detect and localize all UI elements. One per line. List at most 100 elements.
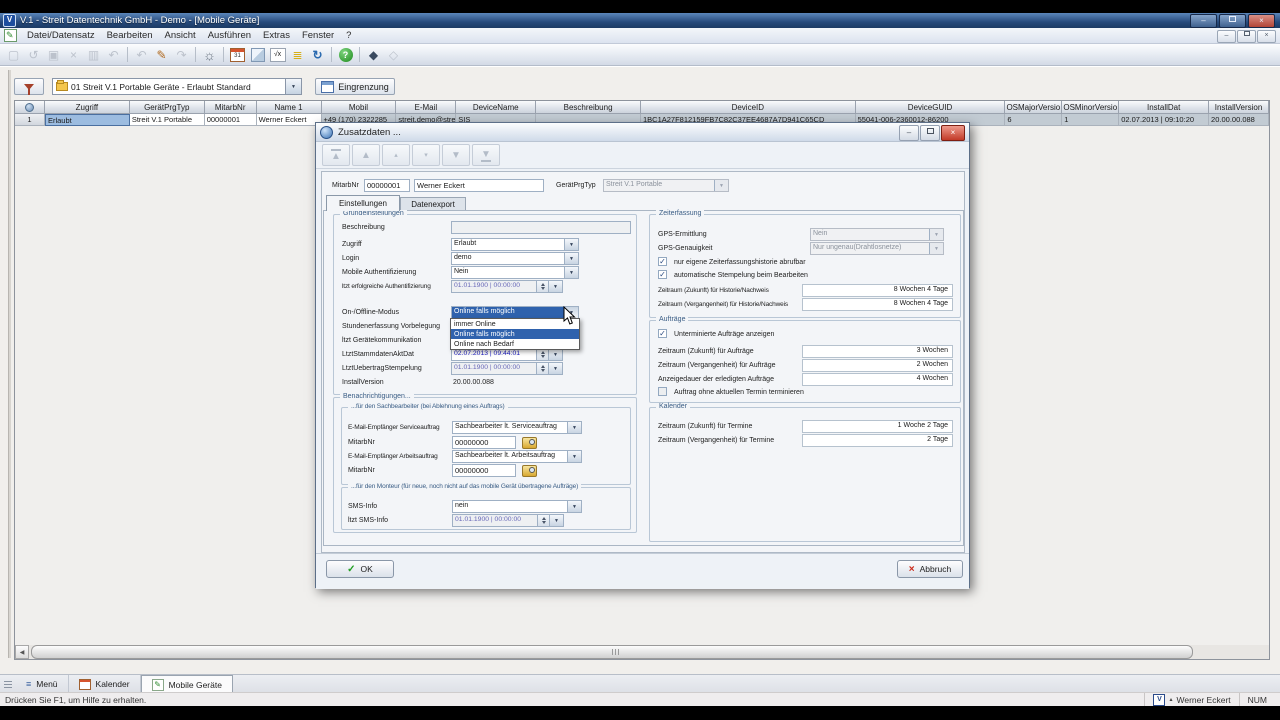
tab-kalender[interactable]: Kalender bbox=[69, 675, 141, 693]
cell-installversion[interactable]: 20.00.00.088 bbox=[1209, 114, 1269, 126]
new-record-icon[interactable]: ▢ bbox=[4, 46, 23, 64]
zeitraum-verg-historie-value[interactable]: 8 Wochen 4 Tage bbox=[802, 298, 953, 311]
beschreibung-field[interactable] bbox=[451, 221, 631, 234]
col-mobil[interactable]: Mobil bbox=[321, 101, 397, 114]
ok-button[interactable]: ✓ OK bbox=[326, 560, 394, 578]
tab-einstellungen[interactable]: Einstellungen bbox=[326, 195, 400, 211]
prgtyp-select[interactable]: Streit V.1 Portable ▼ bbox=[603, 179, 729, 192]
row-number-cell[interactable]: 1 bbox=[15, 114, 45, 126]
name-field[interactable] bbox=[414, 179, 544, 192]
layers-icon[interactable]: ≣ bbox=[288, 46, 307, 64]
minimize-button[interactable]: – bbox=[1190, 14, 1217, 28]
col-zugriff[interactable]: Zugriff bbox=[44, 101, 130, 114]
mitarbnr1-field[interactable] bbox=[452, 436, 516, 449]
chevron-down-icon[interactable]: ▼ bbox=[549, 280, 563, 293]
help-icon[interactable]: ? bbox=[336, 46, 355, 64]
back-icon[interactable]: ↶ bbox=[132, 46, 151, 64]
nav-next-icon[interactable]: ▾ bbox=[412, 144, 440, 166]
chevron-down-icon[interactable]: ▼ bbox=[567, 422, 581, 433]
option-online-falls-moeglich[interactable]: Online falls möglich bbox=[451, 329, 579, 339]
ltzt-sms-datetime[interactable]: 01.01.1900 | 00:00:00 ▼ bbox=[452, 514, 564, 527]
chevron-down-icon[interactable]: ▼ bbox=[567, 501, 581, 512]
tab-menue[interactable]: ≡ Menü bbox=[16, 675, 69, 693]
mobile-auth-select[interactable]: Nein ▼ bbox=[451, 266, 579, 279]
mitarbnr2-field[interactable] bbox=[452, 464, 516, 477]
col-geraetprgtyp[interactable]: GerätPrgTyp bbox=[129, 101, 205, 114]
menu-hilfe[interactable]: ? bbox=[340, 30, 357, 41]
chevron-down-icon[interactable]: ▼ bbox=[564, 239, 578, 250]
copy-icon[interactable]: ▥ bbox=[84, 46, 103, 64]
dialog-minimize-button[interactable]: – bbox=[899, 125, 919, 141]
gps-genauigkeit-select[interactable]: Nur ungenau(Drahtlosnetze) ▼ bbox=[810, 242, 944, 255]
termin-terminieren-checkbox[interactable] bbox=[658, 387, 667, 396]
undo-icon[interactable]: ↶ bbox=[104, 46, 123, 64]
profile-select[interactable]: 01 Streit V.1 Portable Geräte - Erlaubt … bbox=[52, 78, 302, 95]
spinner-icon[interactable] bbox=[538, 514, 550, 527]
zeitraum-verg-termine-value[interactable]: 2 Tage bbox=[802, 434, 953, 447]
option-online-nach-bedarf[interactable]: Online nach Bedarf bbox=[451, 339, 579, 349]
maximize-button[interactable] bbox=[1219, 14, 1246, 28]
chevron-down-icon[interactable]: ▼ bbox=[567, 451, 581, 462]
col-email[interactable]: E-Mail bbox=[396, 101, 457, 114]
dialog-close-button[interactable]: × bbox=[941, 125, 965, 141]
zugriff-select[interactable]: Erlaubt ▼ bbox=[451, 238, 579, 251]
dialog-titlebar[interactable]: Zusatzdaten ... – × bbox=[316, 123, 969, 142]
lookup-icon[interactable] bbox=[522, 437, 537, 449]
email-arbeit-select[interactable]: Sachbearbeiter lt. Arbeitsauftrag ▼ bbox=[452, 450, 582, 463]
zeitraum-zukunft-auftraege-value[interactable]: 3 Wochen bbox=[802, 345, 953, 358]
cell-osminor[interactable]: 1 bbox=[1062, 114, 1120, 126]
menu-extras[interactable]: Extras bbox=[257, 30, 296, 41]
cell-zugriff[interactable]: Erlaubt bbox=[44, 114, 130, 126]
gps-ermittlung-select[interactable]: Nein ▼ bbox=[810, 228, 944, 241]
mdi-close-button[interactable]: × bbox=[1257, 30, 1276, 43]
cell-mitarbnr[interactable]: 00000001 bbox=[204, 114, 257, 126]
menu-bearbeiten[interactable]: Bearbeiten bbox=[101, 30, 159, 41]
col-osminor[interactable]: OSMinorVersio bbox=[1062, 101, 1120, 114]
col-devicename[interactable]: DeviceName bbox=[456, 101, 537, 114]
menu-ausfuehren[interactable]: Ausführen bbox=[202, 30, 257, 41]
sms-info-select[interactable]: nein ▼ bbox=[452, 500, 582, 513]
scroll-left-icon[interactable]: ◀ bbox=[15, 645, 29, 659]
nav-first-icon[interactable]: ▲ bbox=[322, 144, 350, 166]
zeitraum-zukunft-termine-value[interactable]: 1 Woche 2 Tage bbox=[802, 420, 953, 433]
spinner-icon[interactable] bbox=[537, 362, 549, 375]
close-button[interactable]: × bbox=[1248, 14, 1275, 28]
filter-button[interactable] bbox=[14, 78, 44, 95]
col-installversion[interactable]: InstallVersion bbox=[1209, 101, 1269, 114]
sync-icon[interactable]: ↻ bbox=[308, 46, 327, 64]
diamond-icon[interactable]: ◆ bbox=[364, 46, 383, 64]
dialog-restore-button[interactable] bbox=[920, 125, 940, 141]
chevron-down-icon[interactable]: ▼ bbox=[564, 253, 578, 264]
col-installdat[interactable]: InstallDat bbox=[1119, 101, 1210, 114]
tabbar-grip[interactable] bbox=[0, 675, 16, 693]
chevron-down-icon[interactable]: ▼ bbox=[285, 79, 301, 94]
delete-icon[interactable]: × bbox=[64, 46, 83, 64]
report-icon[interactable]: ✎ bbox=[152, 46, 171, 64]
nav-pageup-icon[interactable]: ▲ bbox=[352, 144, 380, 166]
auto-stempelung-checkbox[interactable]: ✓ bbox=[658, 270, 667, 279]
cell-geraetprgtyp[interactable]: Streit V.1 Portable bbox=[129, 114, 205, 126]
calendar-icon[interactable]: 31 bbox=[228, 46, 247, 64]
menu-ansicht[interactable]: Ansicht bbox=[159, 30, 202, 41]
cell-installdat[interactable]: 02.07.2013 | 09:10:20 bbox=[1119, 114, 1210, 126]
eingrenzung-button[interactable]: Eingrenzung bbox=[315, 78, 395, 95]
col-name1[interactable]: Name 1 bbox=[256, 101, 322, 114]
uebertrag-datetime[interactable]: 01.01.1900 | 00:00:00 ▼ bbox=[451, 362, 563, 375]
chevron-down-icon[interactable]: ▼ bbox=[564, 267, 578, 278]
mitarbnr-field[interactable] bbox=[364, 179, 410, 192]
formula-icon[interactable]: √x bbox=[268, 46, 287, 64]
email-service-select[interactable]: Sachbearbeiter lt. Serviceauftrag ▼ bbox=[452, 421, 582, 434]
tab-mobile-geraete[interactable]: ✎ Mobile Geräte bbox=[140, 675, 233, 693]
cube-icon[interactable] bbox=[248, 46, 267, 64]
ltzt-auth-datetime[interactable]: 01.01.1900 | 00:00:00 ▼ bbox=[451, 280, 563, 293]
spinner-icon[interactable] bbox=[537, 280, 549, 293]
save-icon[interactable]: ▣ bbox=[44, 46, 63, 64]
chevron-down-icon[interactable]: ▼ bbox=[549, 362, 563, 375]
menu-datei-datensatz[interactable]: Datei/Datensatz bbox=[21, 30, 101, 41]
anzeigedauer-value[interactable]: 4 Wochen bbox=[802, 373, 953, 386]
mdi-restore-button[interactable] bbox=[1237, 30, 1256, 43]
abbruch-button[interactable]: × Abbruch bbox=[897, 560, 963, 578]
mdi-minimize-button[interactable]: – bbox=[1217, 30, 1236, 43]
col-beschreibung[interactable]: Beschreibung bbox=[536, 101, 641, 114]
scrollbar-thumb[interactable] bbox=[31, 645, 1193, 659]
